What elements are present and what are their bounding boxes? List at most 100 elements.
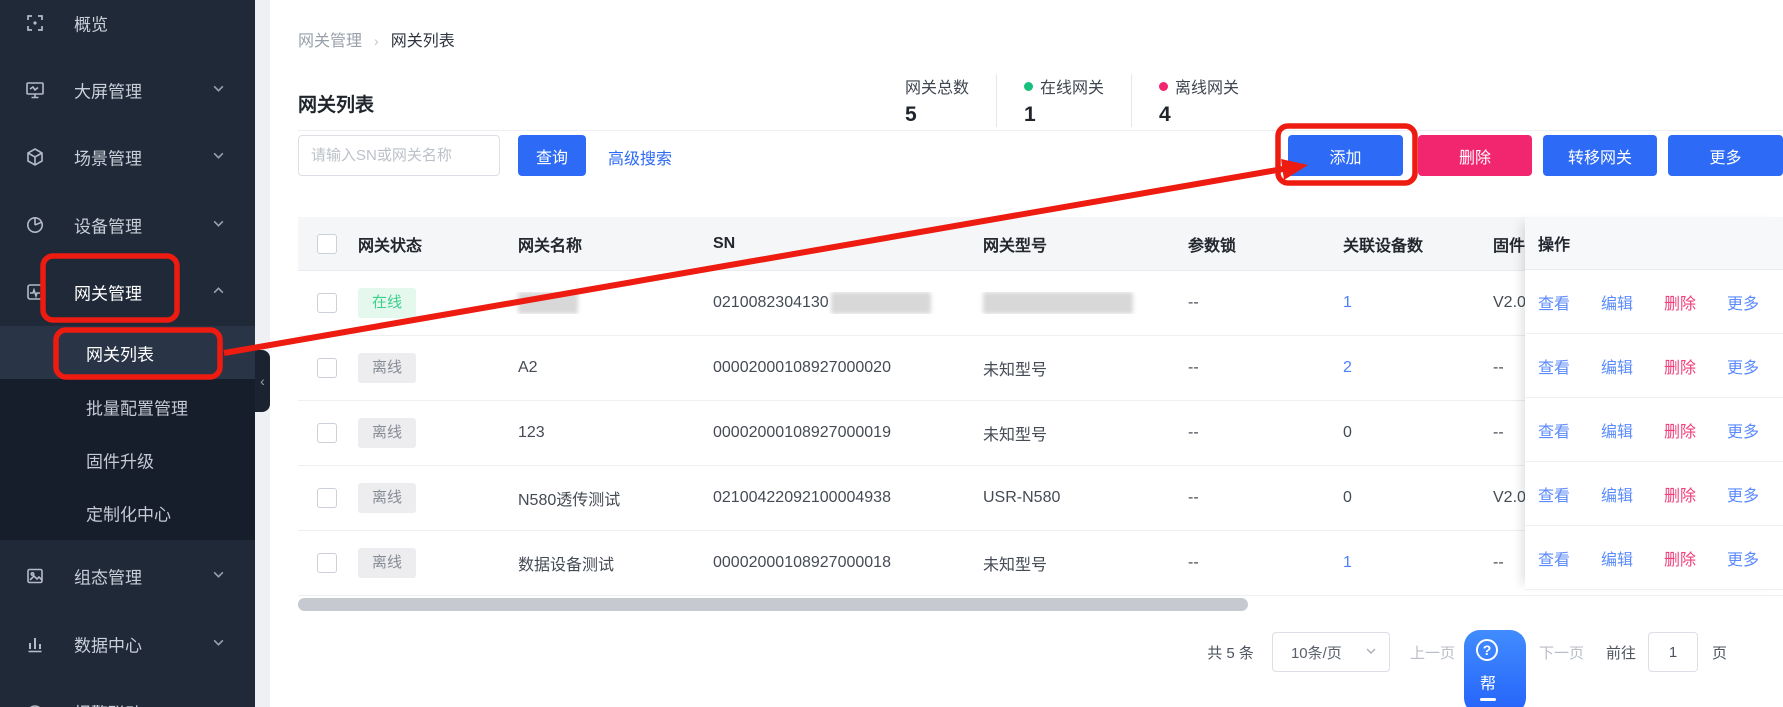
more-action-link[interactable]: 更多 [1727, 354, 1759, 378]
col-header-devices: 关联设备数 [1333, 232, 1483, 256]
delete-action-link[interactable]: 删除 [1664, 482, 1696, 506]
image-icon [25, 566, 45, 586]
sidebar-item-3[interactable]: 设备管理 [0, 202, 255, 248]
stat-2: 离线网关4 [1131, 74, 1266, 127]
sidebar-item-label: 数据中心 [74, 632, 142, 657]
chevron-down-icon [212, 566, 225, 586]
breadcrumb-parent[interactable]: 网关管理 [298, 33, 362, 50]
sidebar-item-7[interactable]: 报警联动 [0, 689, 255, 707]
pagination-total: 共 5 条 [1207, 642, 1254, 663]
cell-devices-count[interactable]: 1 [1343, 294, 1352, 311]
cell-param-lock: -- [1178, 489, 1333, 507]
prev-page-button[interactable]: 上一页 [1410, 642, 1455, 663]
page-title: 网关列表 [298, 90, 374, 117]
sidebar-subitem-label: 网关列表 [86, 340, 154, 365]
stat-0: 网关总数5 [878, 74, 996, 127]
delete-action-link[interactable]: 删除 [1664, 354, 1696, 378]
sidebar-item-label: 场景管理 [74, 145, 142, 170]
more-action-link[interactable]: 更多 [1727, 546, 1759, 570]
sidebar-subitem-1[interactable]: 批量配置管理 [0, 380, 255, 433]
chevron-down-icon [212, 80, 225, 100]
search-input[interactable] [298, 135, 500, 176]
sidebar-subitem-label: 批量配置管理 [86, 394, 188, 419]
edit-action-link[interactable]: 编辑 [1601, 354, 1633, 378]
stat-label: 在线网关 [1040, 74, 1104, 98]
delete-action-link[interactable]: 删除 [1664, 418, 1696, 442]
cell-param-lock: -- [1178, 424, 1333, 442]
query-button[interactable]: 查询 [518, 135, 586, 176]
goto-page-input[interactable] [1648, 632, 1698, 672]
goto-label: 前往 [1606, 642, 1636, 663]
view-action-link[interactable]: 查看 [1538, 354, 1570, 378]
more-action-link[interactable]: 更多 [1727, 418, 1759, 442]
select-all-checkbox[interactable] [317, 234, 337, 254]
col-header-sn: SN [703, 235, 973, 253]
sidebar-item-label: 概览 [74, 11, 108, 36]
sidebar-item-label: 网关管理 [74, 280, 142, 305]
row-checkbox[interactable] [317, 358, 337, 378]
sidebar-collapse-handle[interactable]: ‹ [255, 350, 270, 412]
cell-param-lock: -- [1178, 359, 1333, 377]
view-action-link[interactable]: 查看 [1538, 290, 1570, 314]
help-widget[interactable]: ? 帮 [1464, 630, 1526, 707]
sidebar-subitem-3[interactable]: 定制化中心 [0, 486, 255, 540]
advanced-search-link[interactable]: 高级搜索 [608, 145, 672, 169]
sidebar-item-6[interactable]: 数据中心 [0, 621, 255, 667]
cell-sn: 00002000108927000018 [703, 554, 973, 572]
help-label: 帮 [1480, 670, 1496, 694]
row-checkbox[interactable] [317, 488, 337, 508]
view-action-link[interactable]: 查看 [1538, 546, 1570, 570]
sidebar-subitem-0[interactable]: 网关列表 [0, 326, 255, 379]
delete-action-link[interactable]: 删除 [1664, 290, 1696, 314]
status-badge: 在线 [358, 288, 416, 318]
horizontal-scrollbar-thumb[interactable] [298, 598, 1248, 611]
delete-action-link[interactable]: 删除 [1664, 546, 1696, 570]
cell-name: 数据设备测试 [508, 551, 703, 575]
cell-devices-count[interactable]: 1 [1343, 554, 1352, 571]
transfer-gateway-button[interactable]: 转移网关 [1543, 135, 1657, 176]
cell-sn: 0210082304130 [703, 292, 973, 314]
stat-value: 5 [905, 103, 969, 127]
cell-devices-count: 0 [1343, 489, 1352, 506]
chevron-up-icon [212, 282, 225, 302]
edit-action-link[interactable]: 编辑 [1601, 418, 1633, 442]
edit-action-link[interactable]: 编辑 [1601, 482, 1633, 506]
row-checkbox[interactable] [317, 553, 337, 573]
sidebar-item-0[interactable]: 概览 [0, 0, 255, 46]
screen-icon [25, 80, 45, 100]
edit-action-link[interactable]: 编辑 [1601, 546, 1633, 570]
delete-button[interactable]: 删除 [1418, 135, 1532, 176]
view-action-link[interactable]: 查看 [1538, 418, 1570, 442]
cell-model [973, 292, 1178, 314]
edit-action-link[interactable]: 编辑 [1601, 290, 1633, 314]
cell-sn: 00002000108927000020 [703, 359, 973, 377]
view-action-link[interactable]: 查看 [1538, 482, 1570, 506]
page-size-select[interactable]: 10条/页 [1272, 632, 1390, 672]
add-button[interactable]: 添加 [1288, 135, 1403, 176]
more-action-link[interactable]: 更多 [1727, 290, 1759, 314]
sidebar-item-2[interactable]: 场景管理 [0, 134, 255, 180]
cell-name [508, 292, 703, 314]
next-page-button[interactable]: 下一页 [1539, 642, 1584, 663]
cell-devices-count[interactable]: 2 [1343, 359, 1352, 376]
cell-name: A2 [508, 359, 703, 377]
cell-devices-count: 0 [1343, 424, 1352, 441]
sidebar-item-5[interactable]: 组态管理 [0, 553, 255, 599]
sidebar-item-label: 大屏管理 [74, 78, 142, 103]
row-checkbox[interactable] [317, 423, 337, 443]
more-button[interactable]: 更多 [1668, 135, 1783, 176]
redacted-sn [831, 292, 931, 314]
question-icon: ? [1476, 639, 1498, 661]
sidebar-subitem-2[interactable]: 固件升级 [0, 433, 255, 486]
sidebar-item-4[interactable]: 网关管理 [0, 269, 255, 315]
status-badge: 离线 [358, 548, 416, 578]
breadcrumb-current: 网关列表 [391, 33, 455, 50]
cell-param-lock: -- [1178, 294, 1333, 312]
chevron-down-icon [1365, 644, 1377, 661]
goto-unit-label: 页 [1712, 642, 1727, 663]
row-checkbox[interactable] [317, 293, 337, 313]
sidebar-item-1[interactable]: 大屏管理 [0, 67, 255, 113]
chevron-down-icon [212, 634, 225, 654]
more-action-link[interactable]: 更多 [1727, 482, 1759, 506]
chart-icon [25, 634, 45, 654]
